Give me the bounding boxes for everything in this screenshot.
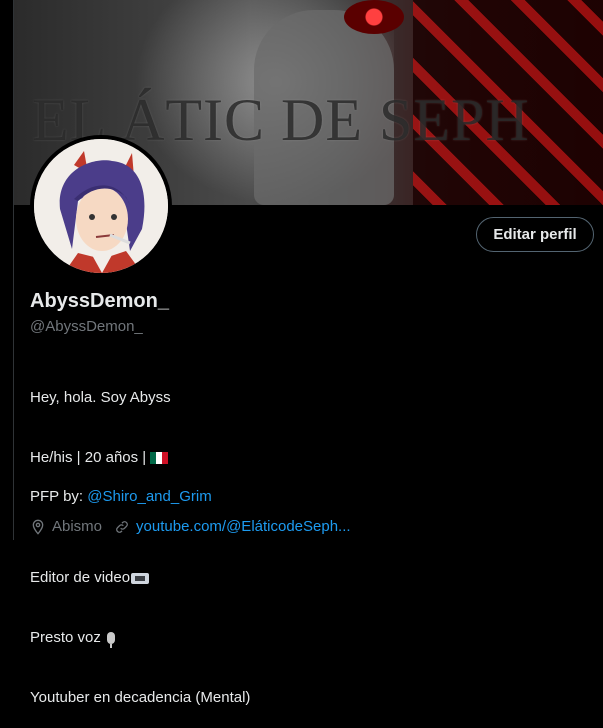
pfp-credit-mention[interactable]: @Shiro_and_Grim xyxy=(87,488,211,505)
bio-line-2: He/his | 20 años | xyxy=(30,449,147,466)
link-icon xyxy=(116,520,128,533)
bio-line: Editor de video xyxy=(30,568,250,588)
profile-bio: Hey, hola. Soy Abyss He/his | 20 años | … xyxy=(30,348,250,728)
location-text: Abismo xyxy=(52,518,103,535)
microphone-icon xyxy=(106,632,115,648)
profile-handle: @AbyssDemon_ xyxy=(30,318,143,335)
bio-line: Youtuber en decadencia (Mental) xyxy=(30,688,250,708)
edit-profile-button[interactable]: Editar perfil xyxy=(476,217,594,252)
location-item: Abismo xyxy=(30,518,102,535)
bio-line: Presto voz xyxy=(30,628,250,648)
pfp-credit: PFP by: @Shiro_and_Grim xyxy=(30,488,212,505)
bio-line-1: Hey, hola. Soy Abyss xyxy=(30,389,171,406)
avatar[interactable] xyxy=(30,135,172,277)
mexico-flag-icon xyxy=(150,452,169,464)
pfp-credit-label: PFP by: xyxy=(30,488,88,505)
bio-line-4: Presto voz xyxy=(30,629,101,646)
display-name: AbyssDemon_ xyxy=(30,290,169,312)
avatar-illustration xyxy=(34,139,168,273)
website-item[interactable]: youtube.com/@EláticodeSeph... xyxy=(114,518,351,535)
profile-meta: Abismo youtube.com/@EláticodeSeph... xyxy=(30,518,363,535)
videocassette-icon xyxy=(131,572,150,584)
bio-line: Hey, hola. Soy Abyss xyxy=(30,388,250,408)
bio-line: He/his | 20 años | xyxy=(30,448,250,468)
bio-line-5: Youtuber en decadencia (Mental) xyxy=(30,689,251,706)
website-link[interactable]: youtube.com/@EláticodeSeph... xyxy=(136,518,351,535)
banner-eye xyxy=(344,0,404,34)
bio-line-3: Editor de video xyxy=(30,569,131,586)
location-pin-icon xyxy=(32,519,44,535)
left-sidebar-edge xyxy=(0,0,13,540)
